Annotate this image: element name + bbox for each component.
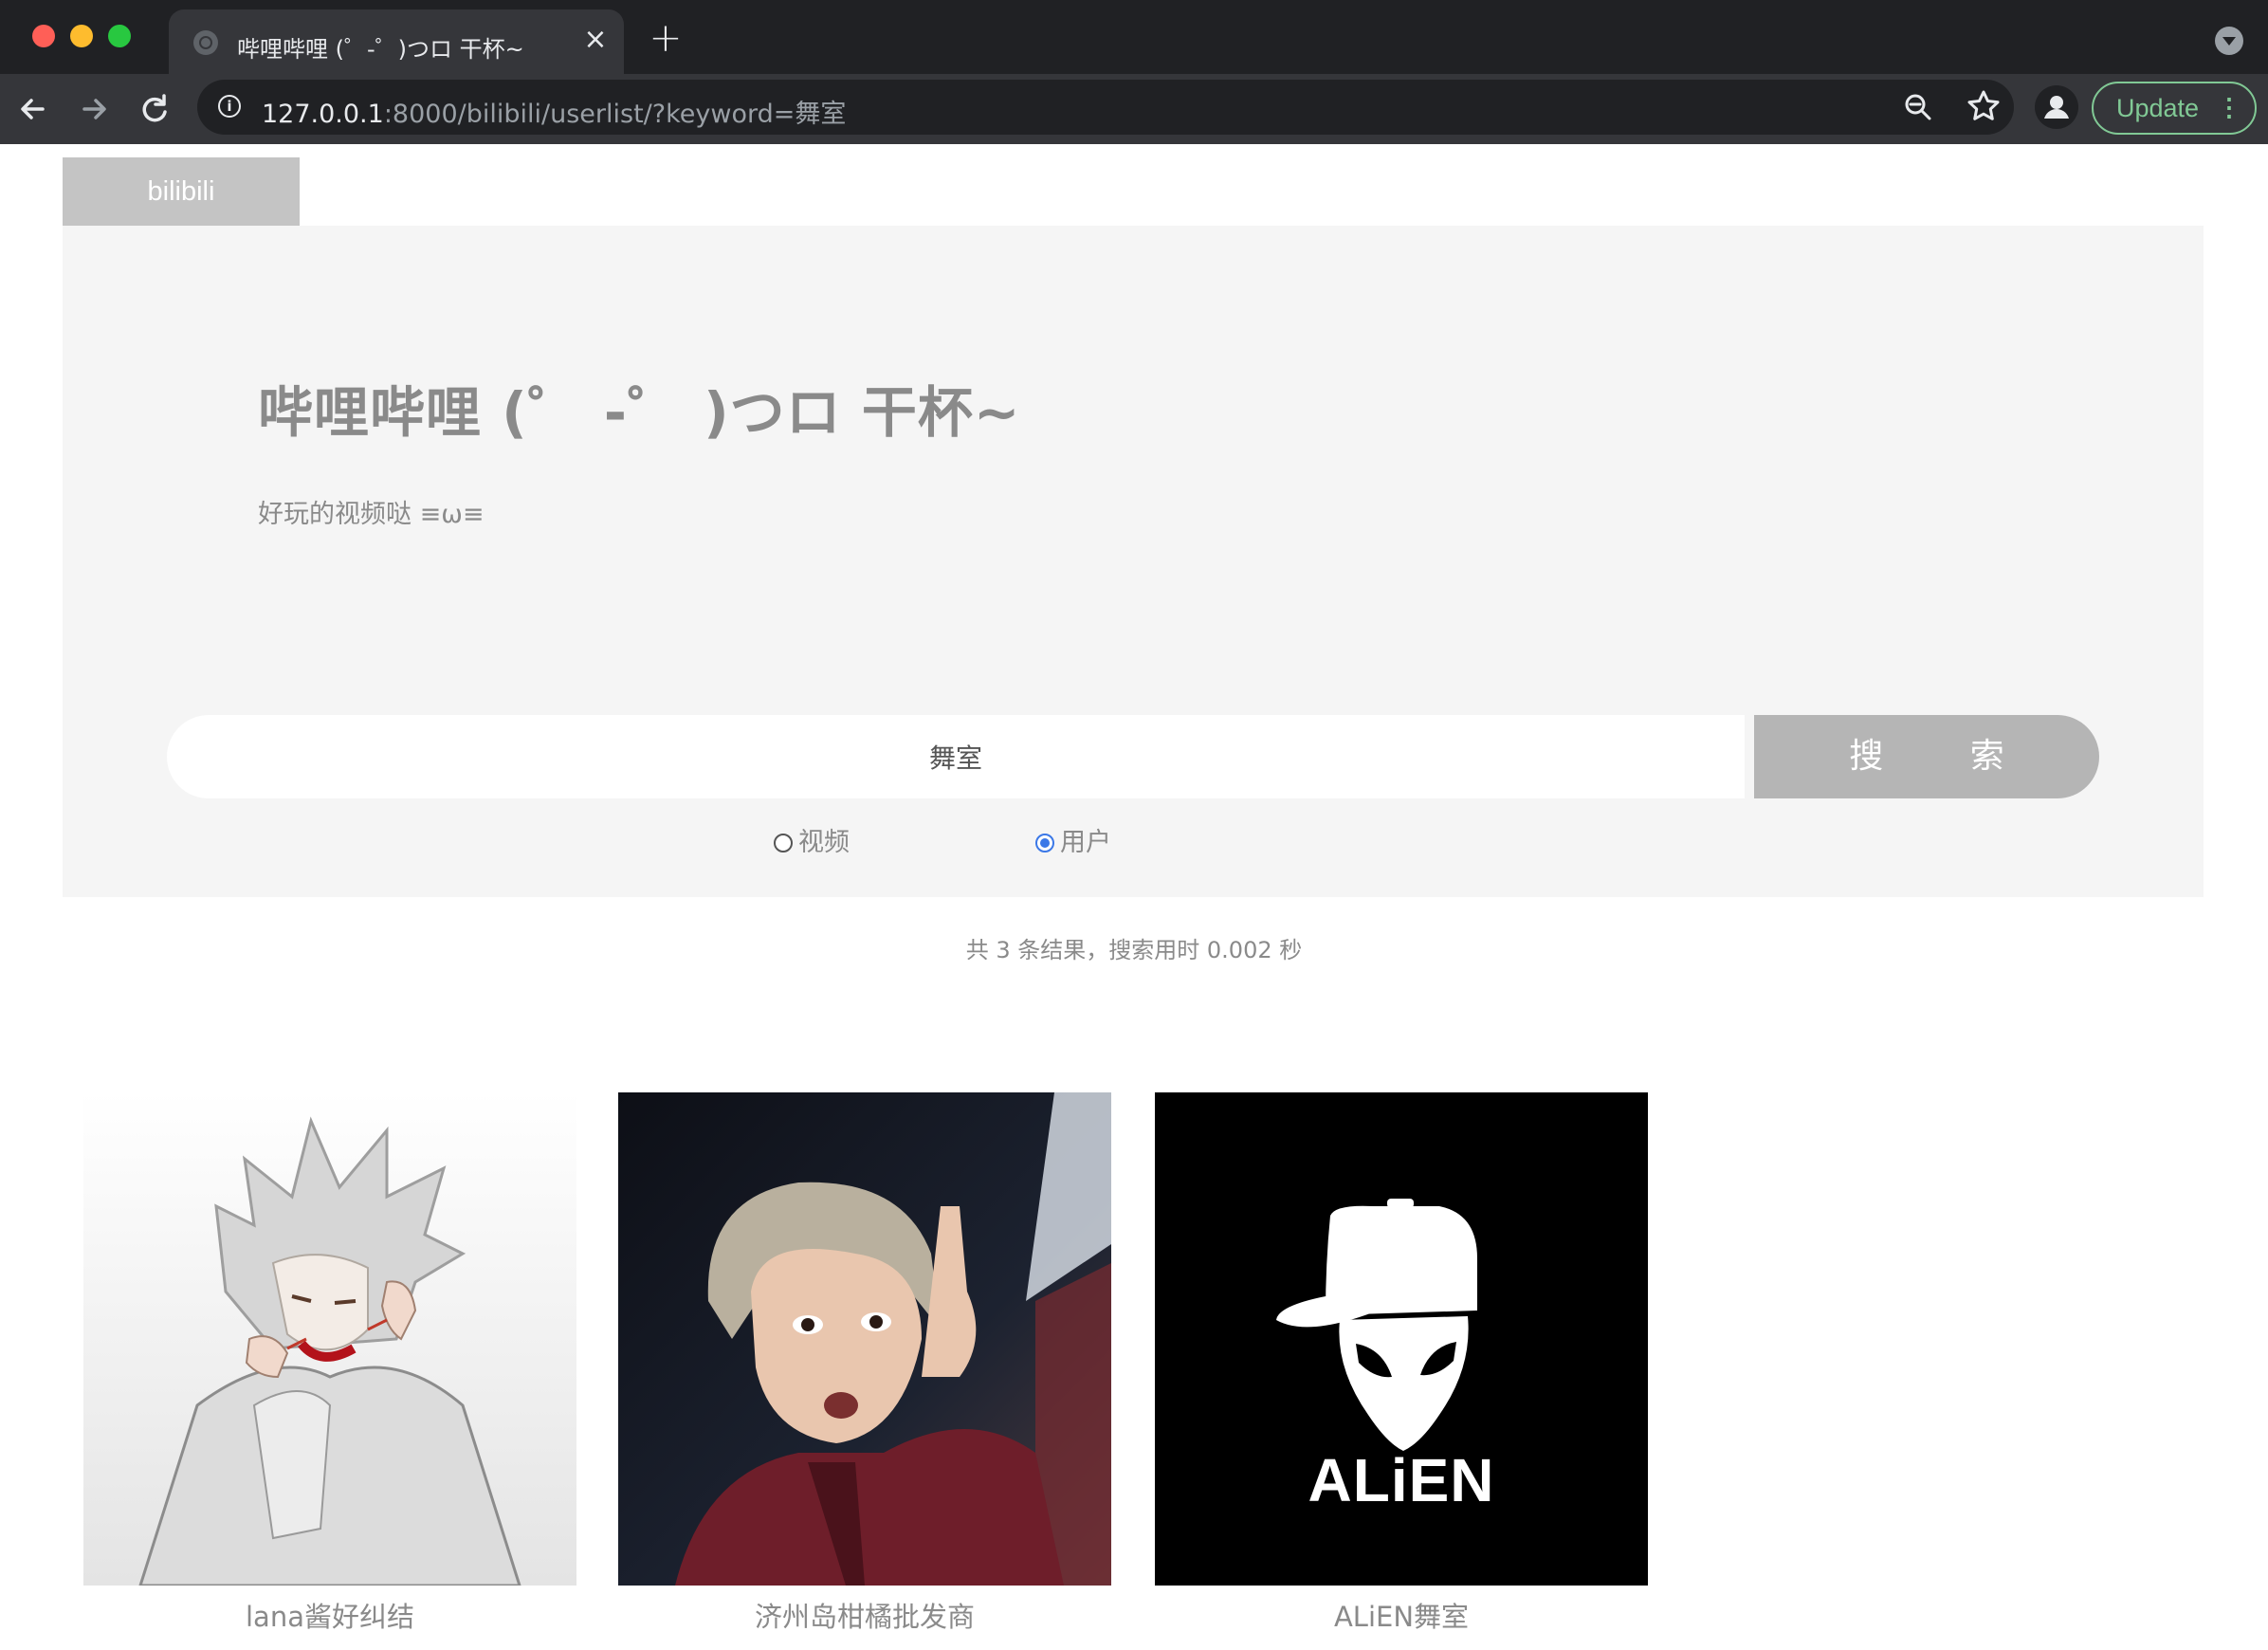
alien-logo-text: ALiEN	[1308, 1446, 1495, 1514]
user-name[interactable]: ALiEN舞室	[1155, 1595, 1648, 1635]
user-card[interactable]: 济州岛柑橘批发商	[618, 1092, 1111, 1635]
user-name[interactable]: lana酱好纠结	[83, 1595, 576, 1635]
window-minimize-button[interactable]	[70, 25, 93, 47]
browser-tab-bar: 哔哩哔哩 (゜-゜)つロ 干杯~ × +	[0, 0, 2268, 74]
new-tab-button[interactable]: +	[647, 18, 685, 58]
tab-search-icon[interactable]	[2215, 27, 2243, 55]
radio-button-user[interactable]	[1035, 834, 1054, 852]
result-summary: 共 3 条结果，搜索用时 0.002 秒	[965, 937, 1303, 963]
browser-toolbar: i 127.0.0.1:8000/bilibili/userlist/?keyw…	[0, 74, 2268, 144]
browser-tab-active[interactable]: 哔哩哔哩 (゜-゜)つロ 干杯~ ×	[169, 9, 624, 74]
bookmark-star-icon[interactable]	[1965, 87, 2003, 125]
forward-arrow-icon[interactable]	[72, 87, 116, 131]
profile-avatar-icon[interactable]	[2035, 85, 2078, 129]
url-text[interactable]: 127.0.0.1:8000/bilibili/userlist/?keywor…	[262, 93, 846, 130]
user-card[interactable]: ALiEN ALiEN舞室	[1155, 1092, 1648, 1635]
address-bar[interactable]: i 127.0.0.1:8000/bilibili/userlist/?keyw…	[197, 80, 2014, 135]
radio-user[interactable]: 用户	[1035, 821, 1111, 858]
page-title: 哔哩哔哩 (゜ -゜ )つロ 干杯~	[258, 380, 1021, 445]
globe-icon	[193, 30, 218, 55]
user-card[interactable]: lana酱好纠结	[83, 1092, 576, 1635]
update-button[interactable]: Update ⋮	[2092, 82, 2257, 135]
user-name[interactable]: 济州岛柑橘批发商	[618, 1595, 1111, 1635]
zoom-out-icon[interactable]	[1904, 93, 1932, 121]
user-avatar-image[interactable]: ALiEN	[1155, 1092, 1648, 1586]
more-vertical-icon[interactable]: ⋮	[2217, 83, 2241, 131]
user-avatar-image[interactable]	[618, 1092, 1111, 1586]
close-icon[interactable]: ×	[578, 23, 613, 57]
tab-title: 哔哩哔哩 (゜-゜)つロ 干杯~	[237, 36, 524, 63]
window-close-button[interactable]	[32, 25, 55, 47]
reload-icon[interactable]	[133, 87, 176, 131]
radio-button-video[interactable]	[774, 834, 793, 852]
page-subtitle: 好玩的视频哒 ≡ω≡	[258, 500, 485, 529]
user-avatar-image[interactable]	[83, 1092, 576, 1586]
brand-tab[interactable]: bilibili	[63, 157, 300, 226]
window-zoom-button[interactable]	[108, 25, 131, 47]
search-input[interactable]	[167, 715, 1745, 798]
radio-video[interactable]: 视频	[774, 821, 850, 858]
search-hero: 哔哩哔哩 (゜ -゜ )つロ 干杯~ 好玩的视频哒 ≡ω≡ 搜 索 视频 用户	[63, 226, 2204, 897]
back-arrow-icon[interactable]	[11, 87, 55, 131]
search-button[interactable]: 搜 索	[1754, 715, 2099, 798]
info-icon[interactable]: i	[218, 95, 241, 118]
